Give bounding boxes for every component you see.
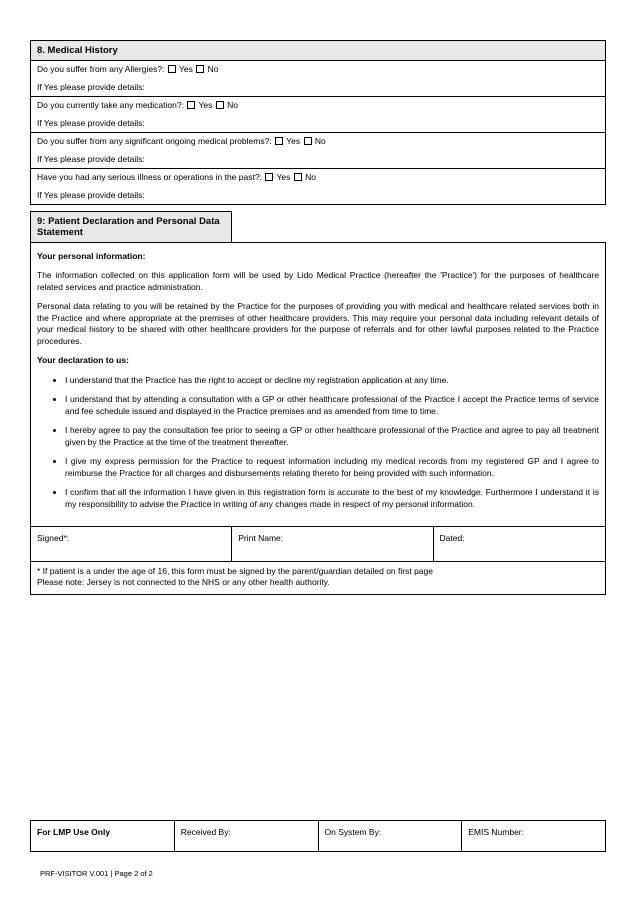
on-system-by-cell[interactable]: On System By: <box>318 821 462 852</box>
section-9-table: 9: Patient Declaration and Personal Data… <box>30 211 606 595</box>
declaration-item-1: I understand that the Practice has the r… <box>65 375 599 386</box>
lmp-table: For LMP Use Only Received By: On System … <box>30 820 606 852</box>
declaration-body: Your personal information: The informati… <box>31 243 606 527</box>
no-label: No <box>227 100 238 110</box>
print-name-label: Print Name: <box>238 533 283 543</box>
personal-info-heading: Your personal information: <box>37 251 599 262</box>
section-8-table: 8. Medical History Do you suffer from an… <box>30 40 606 205</box>
declaration-heading: Your declaration to us: <box>37 355 599 366</box>
medication-row: Do you currently take any medication?: Y… <box>31 97 606 133</box>
page-footer: PRF-VISITOR V.001 | Page 2 of 2 <box>40 869 153 878</box>
emis-number-label: EMIS Number: <box>468 827 524 837</box>
emis-number-cell[interactable]: EMIS Number: <box>462 821 606 852</box>
medication-details-label: If Yes please provide details: <box>37 118 599 128</box>
footnote-cell: * If patient is a under the age of 16, t… <box>31 561 606 594</box>
yes-label: Yes <box>286 136 300 146</box>
no-label: No <box>305 172 316 182</box>
received-by-label: Received By: <box>181 827 231 837</box>
medication-no-checkbox[interactable] <box>216 101 224 109</box>
medication-question: Do you currently take any medication?: <box>37 100 184 110</box>
personal-info-p1: The information collected on this applic… <box>37 270 599 293</box>
personal-info-p2: Personal data relating to you will be re… <box>37 301 599 347</box>
problems-row: Do you suffer from any significant ongoi… <box>31 133 606 169</box>
declaration-item-4: I give my express permission for the Pra… <box>65 456 599 479</box>
yes-label: Yes <box>199 100 213 110</box>
footnote-line-1: * If patient is a under the age of 16, t… <box>37 566 599 577</box>
yes-label: Yes <box>277 172 291 182</box>
dated-cell[interactable]: Dated: <box>433 526 606 561</box>
section-8-header: 8. Medical History <box>31 41 606 61</box>
medication-yes-checkbox[interactable] <box>187 101 195 109</box>
signed-label: Signed*: <box>37 533 69 543</box>
received-by-cell[interactable]: Received By: <box>174 821 318 852</box>
allergies-question: Do you suffer from any Allergies?: <box>37 64 164 74</box>
declaration-list: I understand that the Practice has the r… <box>37 375 599 510</box>
problems-question: Do you suffer from any significant ongoi… <box>37 136 272 146</box>
no-label: No <box>208 64 219 74</box>
allergies-yes-checkbox[interactable] <box>168 65 176 73</box>
allergies-row: Do you suffer from any Allergies?: Yes N… <box>31 61 606 97</box>
problems-no-checkbox[interactable] <box>304 137 312 145</box>
dated-label: Dated: <box>440 533 465 543</box>
signed-cell[interactable]: Signed*: <box>31 526 232 561</box>
illness-no-checkbox[interactable] <box>294 173 302 181</box>
on-system-by-label: On System By: <box>325 827 382 837</box>
no-label: No <box>315 136 326 146</box>
allergies-details-label: If Yes please provide details: <box>37 82 599 92</box>
footnote-line-2: Please note: Jersey is not connected to … <box>37 577 599 588</box>
page-content: 8. Medical History Do you suffer from an… <box>0 0 636 631</box>
illness-details-label: If Yes please provide details: <box>37 190 599 200</box>
print-name-cell[interactable]: Print Name: <box>232 526 433 561</box>
problems-yes-checkbox[interactable] <box>275 137 283 145</box>
allergies-no-checkbox[interactable] <box>196 65 204 73</box>
problems-details-label: If Yes please provide details: <box>37 154 599 164</box>
section-9-header: 9: Patient Declaration and Personal Data… <box>31 212 232 243</box>
declaration-item-2: I understand that by attending a consult… <box>65 394 599 417</box>
declaration-item-3: I hereby agree to pay the consultation f… <box>65 425 599 448</box>
illness-yes-checkbox[interactable] <box>265 173 273 181</box>
signature-row: Signed*: Print Name: Dated: <box>31 526 606 561</box>
lmp-title-cell: For LMP Use Only <box>31 821 175 852</box>
illness-row: Have you had any serious illness or oper… <box>31 169 606 205</box>
illness-question: Have you had any serious illness or oper… <box>37 172 262 182</box>
declaration-item-5: I confirm that all the information I hav… <box>65 487 599 510</box>
yes-label: Yes <box>179 64 193 74</box>
